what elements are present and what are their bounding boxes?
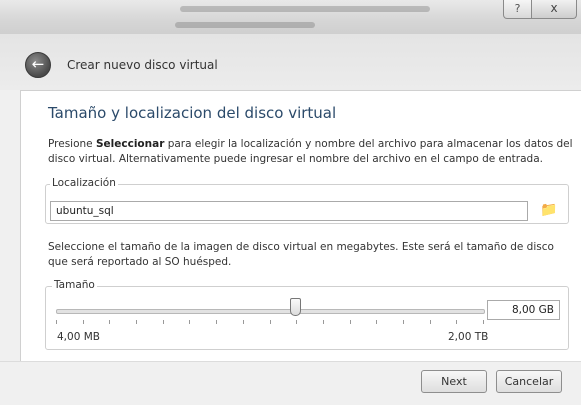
size-legend: Tamaño <box>52 279 97 291</box>
slider-tick <box>323 320 324 324</box>
slider-tick <box>270 320 271 324</box>
size-description: Seleccione el tamaño de la imagen de dis… <box>48 241 554 268</box>
size-input[interactable]: 8,00 GB <box>487 300 560 320</box>
blurred-title-text <box>175 22 315 28</box>
slider-tick <box>456 320 457 324</box>
page-title: Tamaño y localizacion del disco virtual <box>48 104 337 122</box>
blurred-title-text <box>180 6 430 12</box>
title-bar[interactable]: ? x <box>0 0 581 34</box>
slider-tick <box>376 320 377 324</box>
size-slider-track[interactable] <box>56 309 485 314</box>
size-max-label: 2,00 TB <box>448 331 489 343</box>
folder-icon[interactable]: 📁 <box>538 200 560 220</box>
intro-text: Presione Seleccionar para elegir la loca… <box>48 137 576 167</box>
cancel-button[interactable]: Cancelar <box>496 370 562 393</box>
slider-tick <box>350 320 351 324</box>
location-input[interactable]: ubuntu_sql <box>50 201 528 221</box>
slider-tick <box>163 320 164 324</box>
slider-tick <box>109 320 110 324</box>
size-slider-thumb[interactable] <box>290 298 302 316</box>
location-legend: Localización <box>50 177 118 189</box>
slider-tick <box>136 320 137 324</box>
slider-tick <box>430 320 431 324</box>
slider-tick <box>403 320 404 324</box>
slider-tick <box>216 320 217 324</box>
slider-tick <box>243 320 244 324</box>
slider-tick <box>56 320 57 324</box>
help-button[interactable]: ? <box>503 0 532 19</box>
wizard-window: ? x ← Crear nuevo disco virtual Tamaño y… <box>0 0 581 405</box>
slider-tick <box>483 320 484 324</box>
intro-bold: Seleccionar <box>95 138 165 150</box>
button-bar <box>0 361 581 405</box>
wizard-title: Crear nuevo disco virtual <box>67 58 218 72</box>
slider-tick <box>189 320 190 324</box>
close-button[interactable]: x <box>531 0 577 19</box>
slider-tick <box>296 320 297 324</box>
intro-prefix: Presione <box>48 138 96 150</box>
slider-tick <box>83 320 84 324</box>
next-button[interactable]: Next <box>421 370 487 393</box>
back-arrow-icon[interactable]: ← <box>25 52 51 78</box>
size-min-label: 4,00 MB <box>57 331 100 343</box>
